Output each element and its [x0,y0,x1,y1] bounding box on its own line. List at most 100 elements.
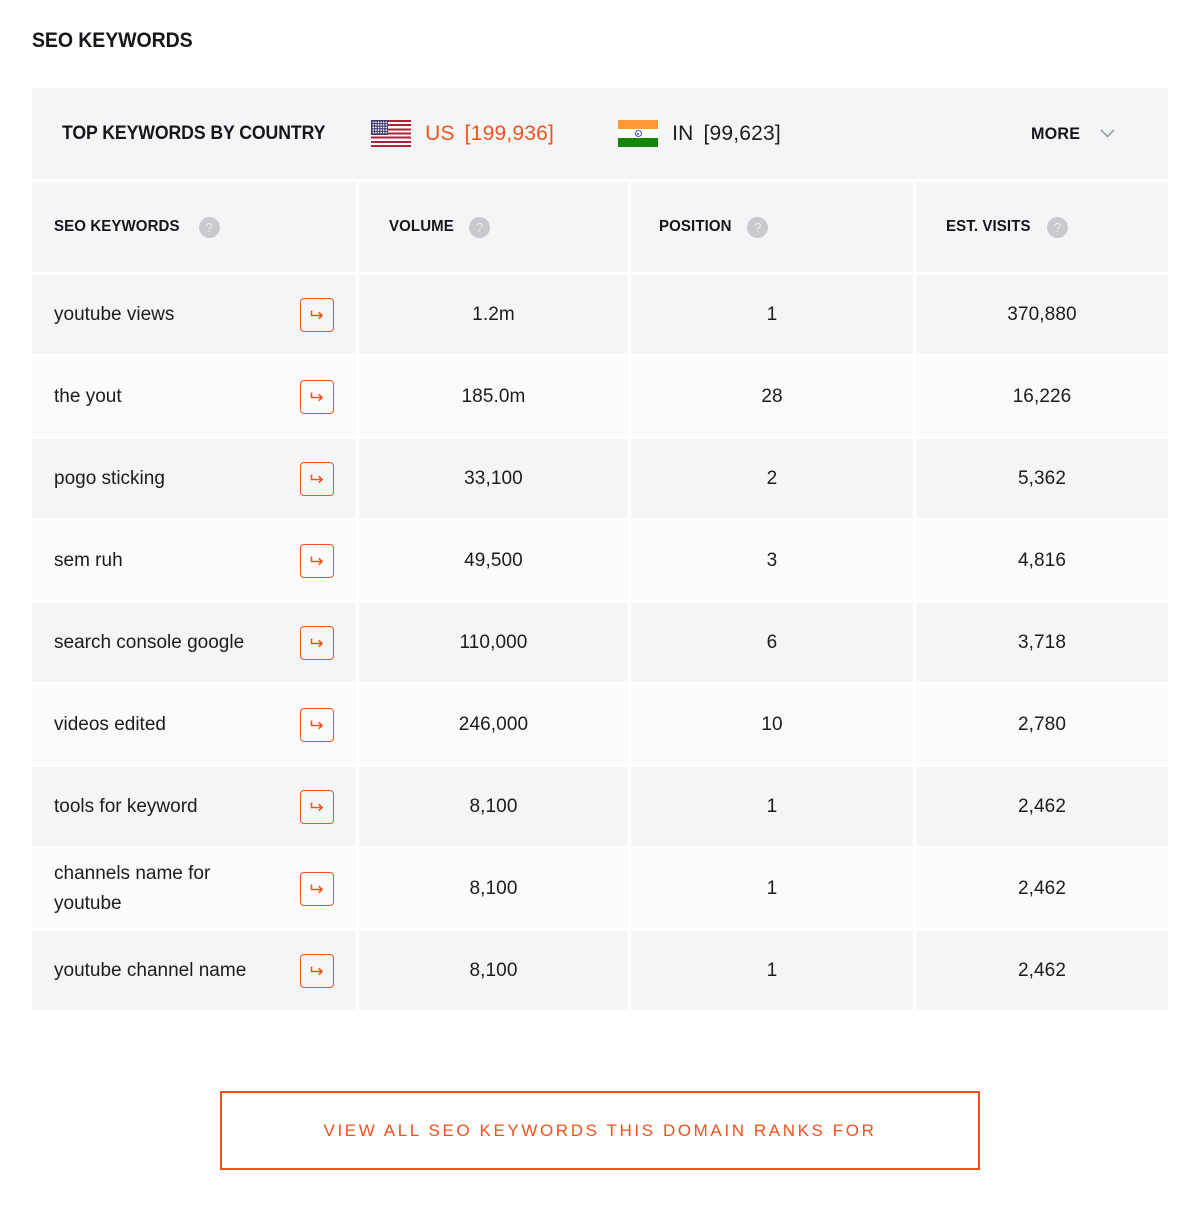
keyword-cell: channels name for youtube [32,849,359,928]
help-icon[interactable]: ? [469,217,490,238]
keywords-table: SEO KEYWORDS ? VOLUME ? POSITION ? [32,182,1168,1010]
keyword-cell: youtube channel name [32,931,359,1010]
position-value: 28 [761,386,782,408]
est-visits-value: 2,462 [1018,960,1066,982]
volume-cell: 49,500 [359,521,631,600]
country-count-in: [99,623] [703,122,781,146]
enter-arrow-icon[interactable] [300,462,334,496]
keyword-label: sem ruh [54,546,135,576]
position-cell: 10 [631,685,916,764]
keyword-cell: pogo sticking [32,439,359,518]
position-value: 1 [767,304,778,326]
est-visits-value: 2,462 [1018,878,1066,900]
position-value: 1 [767,878,778,900]
table-row: youtube views 1.2m 1 370,880 [32,275,1168,357]
est-visits-value: 2,462 [1018,796,1066,818]
column-header-label: EST. VISITS [946,218,1031,236]
column-header-est-visits[interactable]: EST. VISITS ? [916,182,1168,272]
card-header-title: TOP KEYWORDS BY COUNTRY [62,123,325,145]
flag-us-icon [371,120,411,147]
keyword-label: the yout [54,382,134,412]
country-code-us: US [425,122,455,146]
est-visits-value: 2,780 [1018,714,1066,736]
country-code-in: IN [672,122,693,146]
keyword-label: tools for keyword [54,792,210,822]
position-value: 10 [761,714,782,736]
view-all-keywords-label: VIEW ALL SEO KEYWORDS THIS DOMAIN RANKS … [324,1121,877,1141]
seo-keywords-card: TOP KEYWORDS BY COUNTRY US [199,936] IN … [32,88,1168,1010]
volume-cell: 246,000 [359,685,631,764]
est-visits-cell: 2,780 [916,685,1168,764]
cta-container: VIEW ALL SEO KEYWORDS THIS DOMAIN RANKS … [0,1091,1200,1170]
enter-arrow-icon[interactable] [300,790,334,824]
enter-arrow-icon[interactable] [300,708,334,742]
table-row: sem ruh 49,500 3 4,816 [32,521,1168,603]
column-header-position[interactable]: POSITION ? [631,182,916,272]
volume-value: 33,100 [464,468,523,490]
enter-arrow-icon[interactable] [300,380,334,414]
table-row: videos edited 246,000 10 2,780 [32,685,1168,767]
volume-value: 8,100 [469,878,517,900]
est-visits-value: 3,718 [1018,632,1066,654]
volume-value: 8,100 [469,960,517,982]
keyword-label: videos edited [54,710,178,740]
position-cell: 6 [631,603,916,682]
keyword-label: pogo sticking [54,464,177,494]
est-visits-cell: 16,226 [916,357,1168,436]
column-header-seo-keywords[interactable]: SEO KEYWORDS ? [32,182,359,272]
est-visits-cell: 2,462 [916,767,1168,846]
country-filter-us[interactable]: US [199,936] [371,120,554,147]
chevron-down-icon [1099,125,1116,142]
keyword-label: channels name for youtube [54,859,281,919]
position-cell: 28 [631,357,916,436]
help-icon[interactable]: ? [747,217,768,238]
table-header-row: SEO KEYWORDS ? VOLUME ? POSITION ? [32,182,1168,275]
keyword-cell: sem ruh [32,521,359,600]
volume-value: 185.0m [462,386,526,408]
country-filter-in[interactable]: IN [99,623] [618,120,781,147]
keyword-label: search console google [54,628,256,658]
est-visits-value: 5,362 [1018,468,1066,490]
position-cell: 1 [631,275,916,354]
column-header-volume[interactable]: VOLUME ? [359,182,631,272]
volume-cell: 33,100 [359,439,631,518]
volume-value: 246,000 [459,714,528,736]
help-icon[interactable]: ? [1047,217,1068,238]
keyword-label: youtube views [54,300,186,330]
volume-value: 110,000 [460,632,528,654]
est-visits-cell: 370,880 [916,275,1168,354]
view-all-keywords-button[interactable]: VIEW ALL SEO KEYWORDS THIS DOMAIN RANKS … [220,1091,980,1170]
volume-cell: 185.0m [359,357,631,436]
keyword-label: youtube channel name [54,956,258,986]
volume-cell: 8,100 [359,931,631,1010]
enter-arrow-icon[interactable] [300,872,334,906]
column-header-label: VOLUME [389,218,454,236]
position-value: 1 [767,960,778,982]
position-value: 6 [767,632,778,654]
volume-value: 1.2m [472,304,515,326]
est-visits-cell: 5,362 [916,439,1168,518]
keyword-cell: search console google [32,603,359,682]
table-row: search console google 110,000 6 3,718 [32,603,1168,685]
position-value: 1 [767,796,778,818]
card-header: TOP KEYWORDS BY COUNTRY US [199,936] IN … [32,88,1168,182]
est-visits-cell: 3,718 [916,603,1168,682]
position-cell: 1 [631,931,916,1010]
enter-arrow-icon[interactable] [300,954,334,988]
table-row: pogo sticking 33,100 2 5,362 [32,439,1168,521]
more-countries-dropdown[interactable]: MORE [1031,124,1138,144]
table-row: channels name for youtube 8,100 1 2,462 [32,849,1168,931]
volume-cell: 1.2m [359,275,631,354]
more-label: MORE [1031,124,1080,144]
enter-arrow-icon[interactable] [300,298,334,332]
volume-cell: 8,100 [359,767,631,846]
column-header-label: POSITION [659,218,732,236]
est-visits-value: 4,816 [1018,550,1066,572]
enter-arrow-icon[interactable] [300,626,334,660]
est-visits-cell: 2,462 [916,931,1168,1010]
column-header-label: SEO KEYWORDS [54,218,180,236]
volume-value: 8,100 [469,796,517,818]
help-icon[interactable]: ? [199,217,220,238]
page-title: SEO KEYWORDS [32,29,193,53]
enter-arrow-icon[interactable] [300,544,334,578]
